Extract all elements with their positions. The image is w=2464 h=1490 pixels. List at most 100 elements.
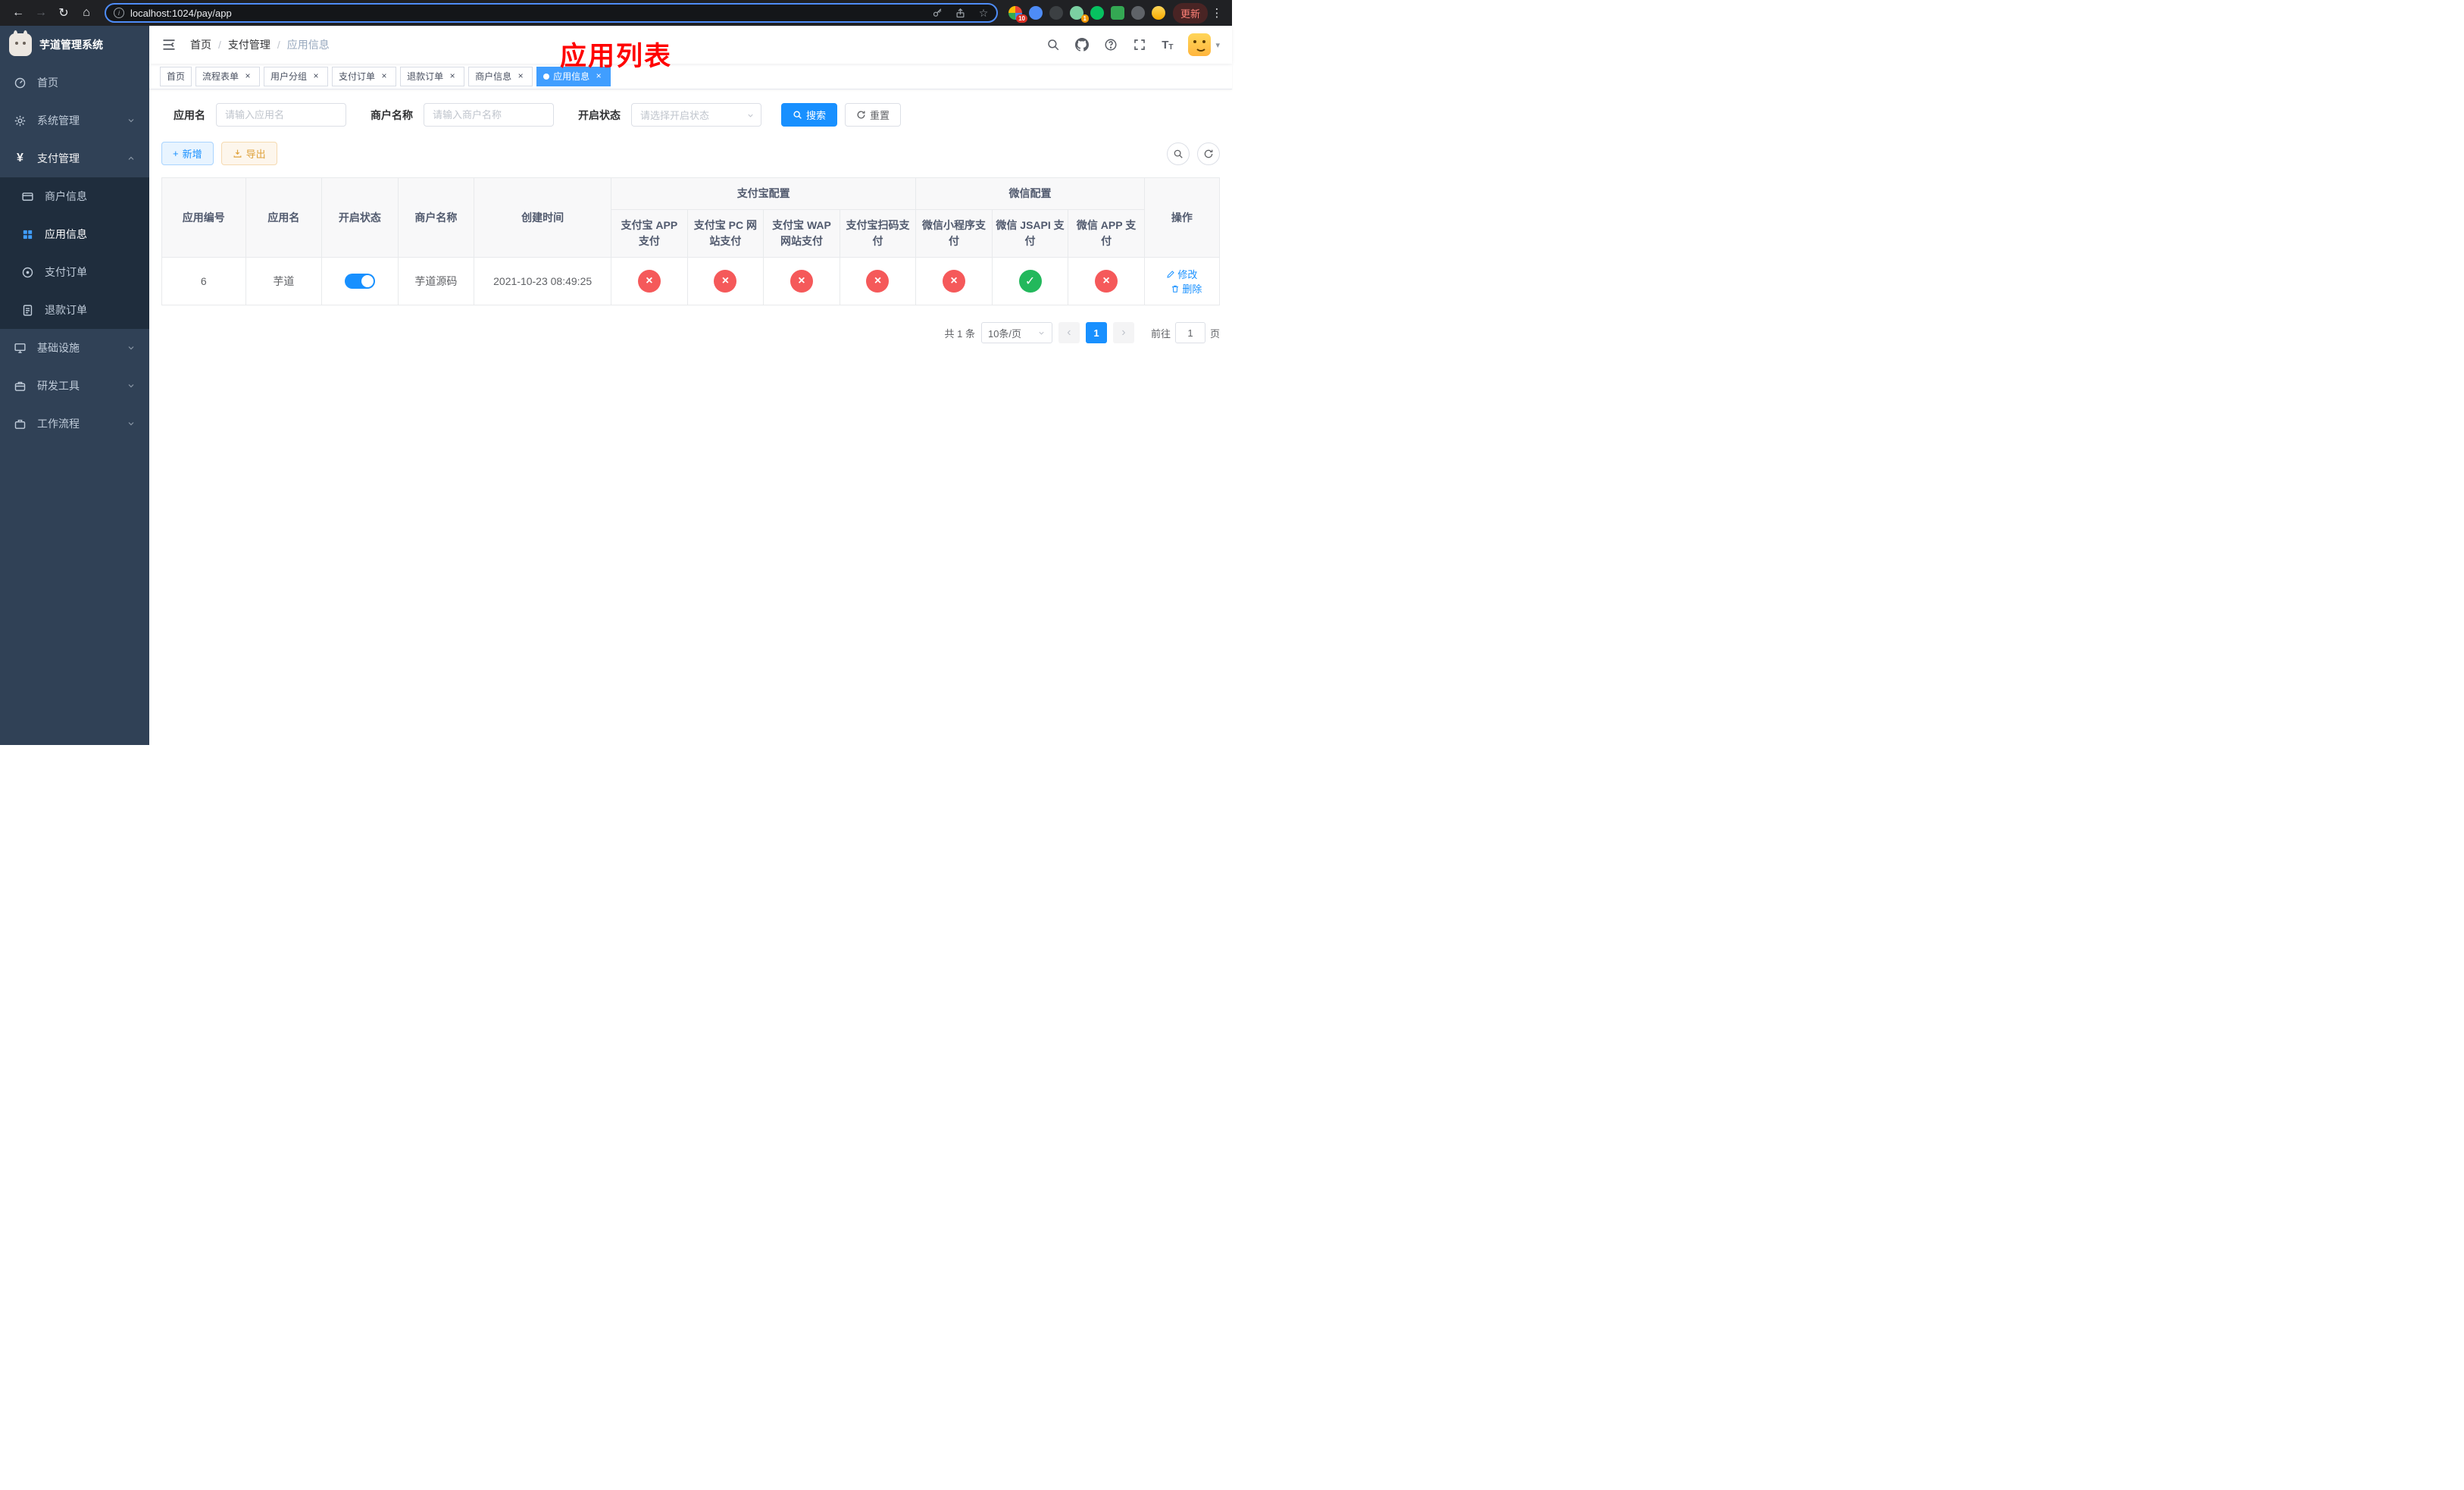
password-key-icon[interactable] bbox=[930, 8, 946, 19]
search-button[interactable]: 搜索 bbox=[781, 103, 838, 127]
browser-back-button[interactable]: ← bbox=[8, 2, 29, 23]
github-icon[interactable] bbox=[1075, 38, 1090, 52]
tab-label: 商户信息 bbox=[475, 71, 512, 82]
cell-wx-mini: × bbox=[915, 257, 993, 305]
group-wechat-config: 微信配置 bbox=[915, 177, 1145, 210]
current-page-button[interactable]: 1 bbox=[1085, 322, 1107, 343]
sidebar-item-refund-orders[interactable]: 退款订单 bbox=[0, 291, 149, 329]
refresh-table-button[interactable] bbox=[1197, 142, 1220, 165]
sidebar-item-payment[interactable]: ¥ 支付管理 bbox=[0, 139, 149, 177]
breadcrumb-payment[interactable]: 支付管理 bbox=[228, 37, 270, 52]
sidebar-item-label: 商户信息 bbox=[45, 190, 87, 202]
tab-label: 流程表单 bbox=[202, 71, 239, 82]
address-bar[interactable]: i localhost:1024/pay/app ☆ bbox=[105, 3, 998, 23]
browser-home-button[interactable]: ⌂ bbox=[76, 2, 97, 23]
toggle-knob bbox=[361, 275, 374, 287]
profile-avatar-icon[interactable] bbox=[1151, 6, 1165, 20]
cell-app-name: 芋道 bbox=[245, 257, 323, 305]
user-avatar bbox=[1188, 33, 1212, 56]
close-icon[interactable]: × bbox=[379, 70, 389, 82]
refresh-icon bbox=[1204, 149, 1213, 158]
user-menu[interactable]: ▾ bbox=[1188, 33, 1220, 56]
toggle-search-button[interactable] bbox=[1167, 142, 1190, 165]
col-merchant: 商户名称 bbox=[397, 177, 475, 258]
delete-button-label: 删除 bbox=[1182, 283, 1202, 295]
sidebar-item-label: 支付管理 bbox=[37, 152, 80, 164]
col-created: 创建时间 bbox=[474, 177, 612, 258]
tab-user-group[interactable]: 用户分组 × bbox=[264, 66, 329, 86]
sidebar-item-merchant-info[interactable]: 商户信息 bbox=[0, 177, 149, 215]
status-toggle[interactable] bbox=[344, 274, 375, 289]
sidebar-item-home[interactable]: 首页 bbox=[0, 64, 149, 102]
help-icon[interactable] bbox=[1104, 38, 1118, 52]
close-icon[interactable]: × bbox=[593, 70, 604, 82]
site-info-icon[interactable]: i bbox=[114, 8, 124, 18]
font-size-big: T bbox=[1162, 38, 1169, 52]
app-logo-row[interactable]: 芋道管理系统 bbox=[0, 26, 149, 64]
plus-icon: + bbox=[173, 148, 179, 159]
breadcrumb-home[interactable]: 首页 bbox=[190, 37, 211, 52]
delete-button[interactable]: 删除 bbox=[1171, 281, 1202, 296]
table-utilities bbox=[1167, 142, 1220, 165]
close-icon[interactable]: × bbox=[311, 70, 321, 82]
sidebar-item-dev-tools[interactable]: 研发工具 bbox=[0, 367, 149, 405]
chrome-update-button[interactable]: 更新 bbox=[1172, 2, 1208, 23]
url-text[interactable]: localhost:1024/pay/app bbox=[130, 8, 924, 19]
browser-forward-button[interactable]: → bbox=[30, 2, 52, 23]
close-icon[interactable]: × bbox=[515, 70, 526, 82]
tab-payment-orders[interactable]: 支付订单 × bbox=[332, 66, 397, 86]
chevron-down-icon bbox=[128, 422, 134, 426]
grid-icon bbox=[23, 230, 33, 239]
app-window: 应用列表 芋道管理系统 首页 系统管理 ¥ 支付管理 商户信息 应用信息 支付订… bbox=[0, 26, 1232, 745]
prev-page-button[interactable]: ‹ bbox=[1058, 322, 1080, 343]
search-icon bbox=[793, 111, 802, 119]
tab-app-info[interactable]: 应用信息 × bbox=[536, 66, 611, 86]
chrome-menu-icon[interactable]: ⋮ bbox=[1209, 6, 1224, 20]
sidebar-item-label: 系统管理 bbox=[37, 114, 80, 127]
app-name-label: 应用名 bbox=[174, 108, 205, 121]
reset-button[interactable]: 重置 bbox=[845, 103, 902, 127]
navbar-actions: TT ▾ bbox=[1046, 33, 1220, 56]
goto-page-input[interactable] bbox=[1174, 322, 1205, 343]
extension-icon-1[interactable]: 10 bbox=[1008, 6, 1027, 23]
sidebar-item-app-info[interactable]: 应用信息 bbox=[0, 215, 149, 253]
fullscreen-icon[interactable] bbox=[1133, 38, 1146, 52]
bookmark-star-icon[interactable]: ☆ bbox=[975, 7, 992, 20]
config-status-icon: ✓ bbox=[1018, 270, 1042, 293]
export-button[interactable]: 导出 bbox=[220, 142, 277, 165]
tab-merchant-info[interactable]: 商户信息 × bbox=[468, 66, 533, 86]
cell-actions: 修改 删除 bbox=[1143, 257, 1221, 305]
extension-icon-4[interactable]: 1 bbox=[1069, 6, 1089, 23]
sidebar-item-workflow[interactable]: 工作流程 bbox=[0, 405, 149, 443]
tab-refund-orders[interactable]: 退款订单 × bbox=[400, 66, 465, 86]
hamburger-icon[interactable] bbox=[161, 37, 177, 52]
page-size-select[interactable]: 10条/页 bbox=[980, 322, 1052, 343]
sidebar-item-system[interactable]: 系统管理 bbox=[0, 102, 149, 139]
extensions-puzzle-icon[interactable] bbox=[1130, 6, 1145, 20]
edit-button[interactable]: 修改 bbox=[1166, 267, 1197, 281]
breadcrumb-separator: / bbox=[218, 39, 221, 51]
close-icon[interactable]: × bbox=[447, 70, 458, 82]
app-name-input[interactable] bbox=[216, 103, 346, 127]
gear-icon bbox=[14, 115, 26, 126]
close-icon[interactable]: × bbox=[242, 70, 253, 82]
sidebar-item-infrastructure[interactable]: 基础设施 bbox=[0, 329, 149, 367]
extension-icon-2[interactable] bbox=[1028, 6, 1043, 20]
tab-process-form[interactable]: 流程表单 × bbox=[195, 66, 261, 86]
extension-icon-6[interactable] bbox=[1110, 6, 1124, 20]
extension-icon-3[interactable] bbox=[1049, 6, 1063, 20]
font-size-icon[interactable]: TT bbox=[1162, 39, 1173, 52]
next-page-button[interactable]: › bbox=[1112, 322, 1134, 343]
sidebar-item-payment-orders[interactable]: 支付订单 bbox=[0, 253, 149, 291]
tab-home[interactable]: 首页 bbox=[160, 66, 192, 86]
chevron-up-icon bbox=[128, 156, 134, 160]
status-select[interactable]: 请选择开启状态 bbox=[631, 103, 761, 127]
extension-badge-1: 10 bbox=[1016, 14, 1027, 23]
trash-icon bbox=[1172, 285, 1179, 293]
share-icon[interactable] bbox=[952, 8, 969, 19]
merchant-name-input[interactable] bbox=[424, 103, 554, 127]
search-icon[interactable] bbox=[1046, 38, 1060, 52]
extension-icon-5[interactable] bbox=[1090, 6, 1104, 20]
add-button[interactable]: + 新增 bbox=[161, 142, 214, 165]
browser-reload-button[interactable]: ↻ bbox=[53, 2, 74, 23]
